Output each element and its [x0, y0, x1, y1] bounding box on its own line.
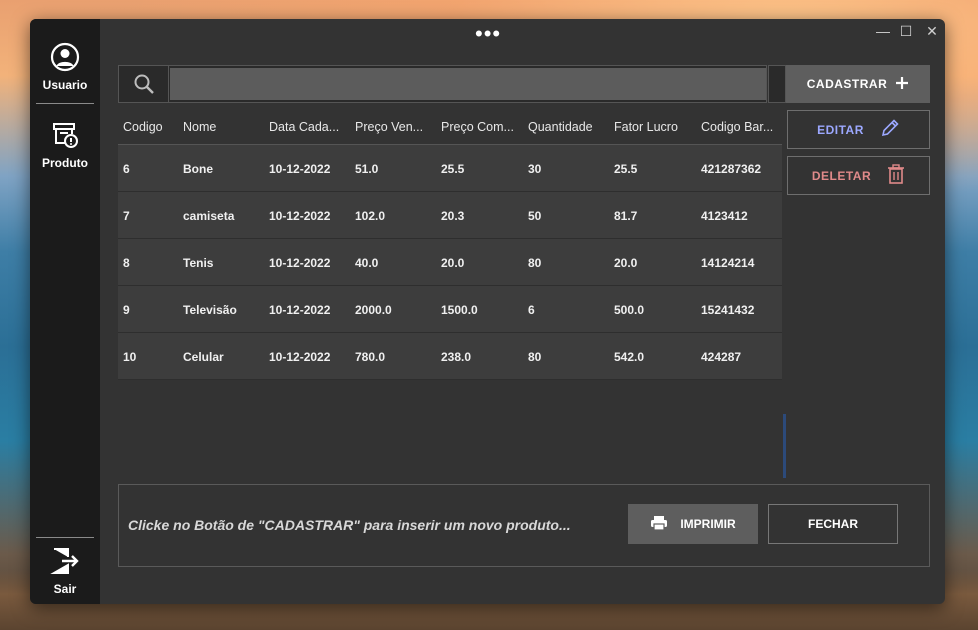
- printer-icon: [650, 515, 668, 534]
- titlebar-drag-handle[interactable]: •••: [475, 23, 501, 45]
- table-cell: 10-12-2022: [269, 209, 331, 223]
- table-cell: 80: [528, 256, 542, 270]
- sidebar-item-usuario[interactable]: Usuario: [36, 41, 94, 92]
- table-cell: 500.0: [614, 303, 645, 317]
- search-divider: [768, 65, 786, 103]
- table-cell: 25.5: [614, 162, 638, 176]
- plus-icon: [895, 76, 909, 93]
- sidebar-divider: [36, 103, 94, 104]
- maximize-button[interactable]: ☐: [896, 23, 916, 40]
- column-header[interactable]: Data Cada...: [269, 120, 351, 134]
- table-cell: 50: [528, 209, 542, 223]
- logout-button[interactable]: Sair: [36, 545, 94, 596]
- table-cell: 10: [123, 350, 137, 364]
- column-header[interactable]: Preço Com...: [441, 120, 523, 134]
- table-cell: 2000.0: [355, 303, 392, 317]
- table-row[interactable]: 8 Tenis 10-12-2022 40.0 20.0 80 20.0 141…: [118, 239, 782, 286]
- editar-label: EDITAR: [817, 122, 864, 137]
- table-cell: 81.7: [614, 209, 638, 223]
- logout-label: Sair: [53, 582, 77, 596]
- user-circle-icon: [49, 42, 81, 77]
- app-window: Usuario Produto Sair ••• — ☐ ✕ CADASTRAR: [30, 19, 945, 604]
- table-cell: 6: [528, 303, 535, 317]
- sidebar: Usuario Produto Sair: [30, 19, 100, 604]
- cadastrar-label: CADASTRAR: [806, 77, 888, 91]
- table-cell: 51.0: [355, 162, 379, 176]
- table-row[interactable]: 7 camiseta 10-12-2022 102.0 20.3 50 81.7…: [118, 192, 782, 239]
- column-header[interactable]: Preço Ven...: [355, 120, 437, 134]
- table-cell: Bone: [183, 162, 213, 176]
- table-cell: 4123412: [701, 209, 748, 223]
- table-cell: 10-12-2022: [269, 350, 331, 364]
- minimize-button[interactable]: —: [873, 23, 893, 39]
- footer-panel: Clicke no Botão de "CADASTRAR" para inse…: [118, 484, 930, 567]
- table-row[interactable]: 10 Celular 10-12-2022 780.0 238.0 80 542…: [118, 333, 782, 380]
- column-header[interactable]: Nome: [183, 120, 265, 134]
- table-cell: 10-12-2022: [269, 303, 331, 317]
- imprimir-label: IMPRIMIR: [680, 517, 736, 531]
- table-cell: 80: [528, 350, 542, 364]
- pencil-icon: [880, 118, 900, 141]
- table-cell: 14124214: [701, 256, 755, 270]
- cadastrar-button[interactable]: CADASTRAR: [786, 65, 930, 103]
- table-cell: 8: [123, 256, 130, 270]
- sidebar-item-label: Usuario: [42, 78, 88, 92]
- deletar-label: DELETAR: [811, 168, 872, 183]
- trash-icon: [887, 164, 905, 187]
- table-cell: 238.0: [441, 350, 472, 364]
- table-cell: 25.5: [441, 162, 465, 176]
- column-header[interactable]: Quantidade: [528, 120, 610, 134]
- table-cell: 6: [123, 162, 130, 176]
- table-row[interactable]: 6 Bone 10-12-2022 51.0 25.5 30 25.5 4212…: [118, 145, 782, 192]
- search-bar: [118, 65, 767, 103]
- products-table: Codigo Nome Data Cada... Preço Ven... Pr…: [118, 110, 782, 380]
- logout-icon: [49, 548, 81, 581]
- table-cell: 1500.0: [441, 303, 478, 317]
- sidebar-divider: [36, 537, 94, 538]
- table-cell: 7: [123, 209, 130, 223]
- table-cell: 102.0: [355, 209, 386, 223]
- sidebar-item-label: Produto: [42, 156, 88, 170]
- table-cell: 40.0: [355, 256, 379, 270]
- close-window-button[interactable]: ✕: [922, 23, 942, 40]
- table-row[interactable]: 9 Televisão 10-12-2022 2000.0 1500.0 6 5…: [118, 286, 782, 333]
- column-header[interactable]: Codigo Bar...: [701, 120, 781, 134]
- column-header[interactable]: Codigo: [123, 120, 178, 134]
- table-cell: 421287362: [701, 162, 762, 176]
- table-cell: 542.0: [614, 350, 645, 364]
- table-cell: 30: [528, 162, 542, 176]
- table-cell: 20.0: [441, 256, 465, 270]
- imprimir-button[interactable]: IMPRIMIR: [628, 504, 758, 544]
- hint-message: Clicke no Botão de "CADASTRAR" para inse…: [128, 517, 571, 533]
- table-cell: camiseta: [183, 209, 235, 223]
- search-icon[interactable]: [119, 66, 169, 102]
- table-cell: 20.0: [614, 256, 638, 270]
- search-input[interactable]: [170, 68, 766, 100]
- table-cell: Televisão: [183, 303, 237, 317]
- table-cell: 780.0: [355, 350, 386, 364]
- table-cell: 9: [123, 303, 130, 317]
- sidebar-item-produto[interactable]: Produto: [36, 119, 94, 170]
- table-header: Codigo Nome Data Cada... Preço Ven... Pr…: [118, 110, 782, 145]
- table-cell: Tenis: [183, 256, 214, 270]
- deletar-button[interactable]: DELETAR: [787, 156, 930, 195]
- table-cell: Celular: [183, 350, 224, 364]
- table-cell: 424287: [701, 350, 742, 364]
- table-scrollbar[interactable]: [783, 414, 786, 478]
- table-cell: 10-12-2022: [269, 256, 331, 270]
- product-box-icon: [49, 123, 81, 155]
- editar-button[interactable]: EDITAR: [787, 110, 930, 149]
- table-cell: 10-12-2022: [269, 162, 331, 176]
- table-cell: 15241432: [701, 303, 755, 317]
- fechar-button[interactable]: FECHAR: [768, 504, 898, 544]
- column-header[interactable]: Fator Lucro: [614, 120, 696, 134]
- table-cell: 20.3: [441, 209, 465, 223]
